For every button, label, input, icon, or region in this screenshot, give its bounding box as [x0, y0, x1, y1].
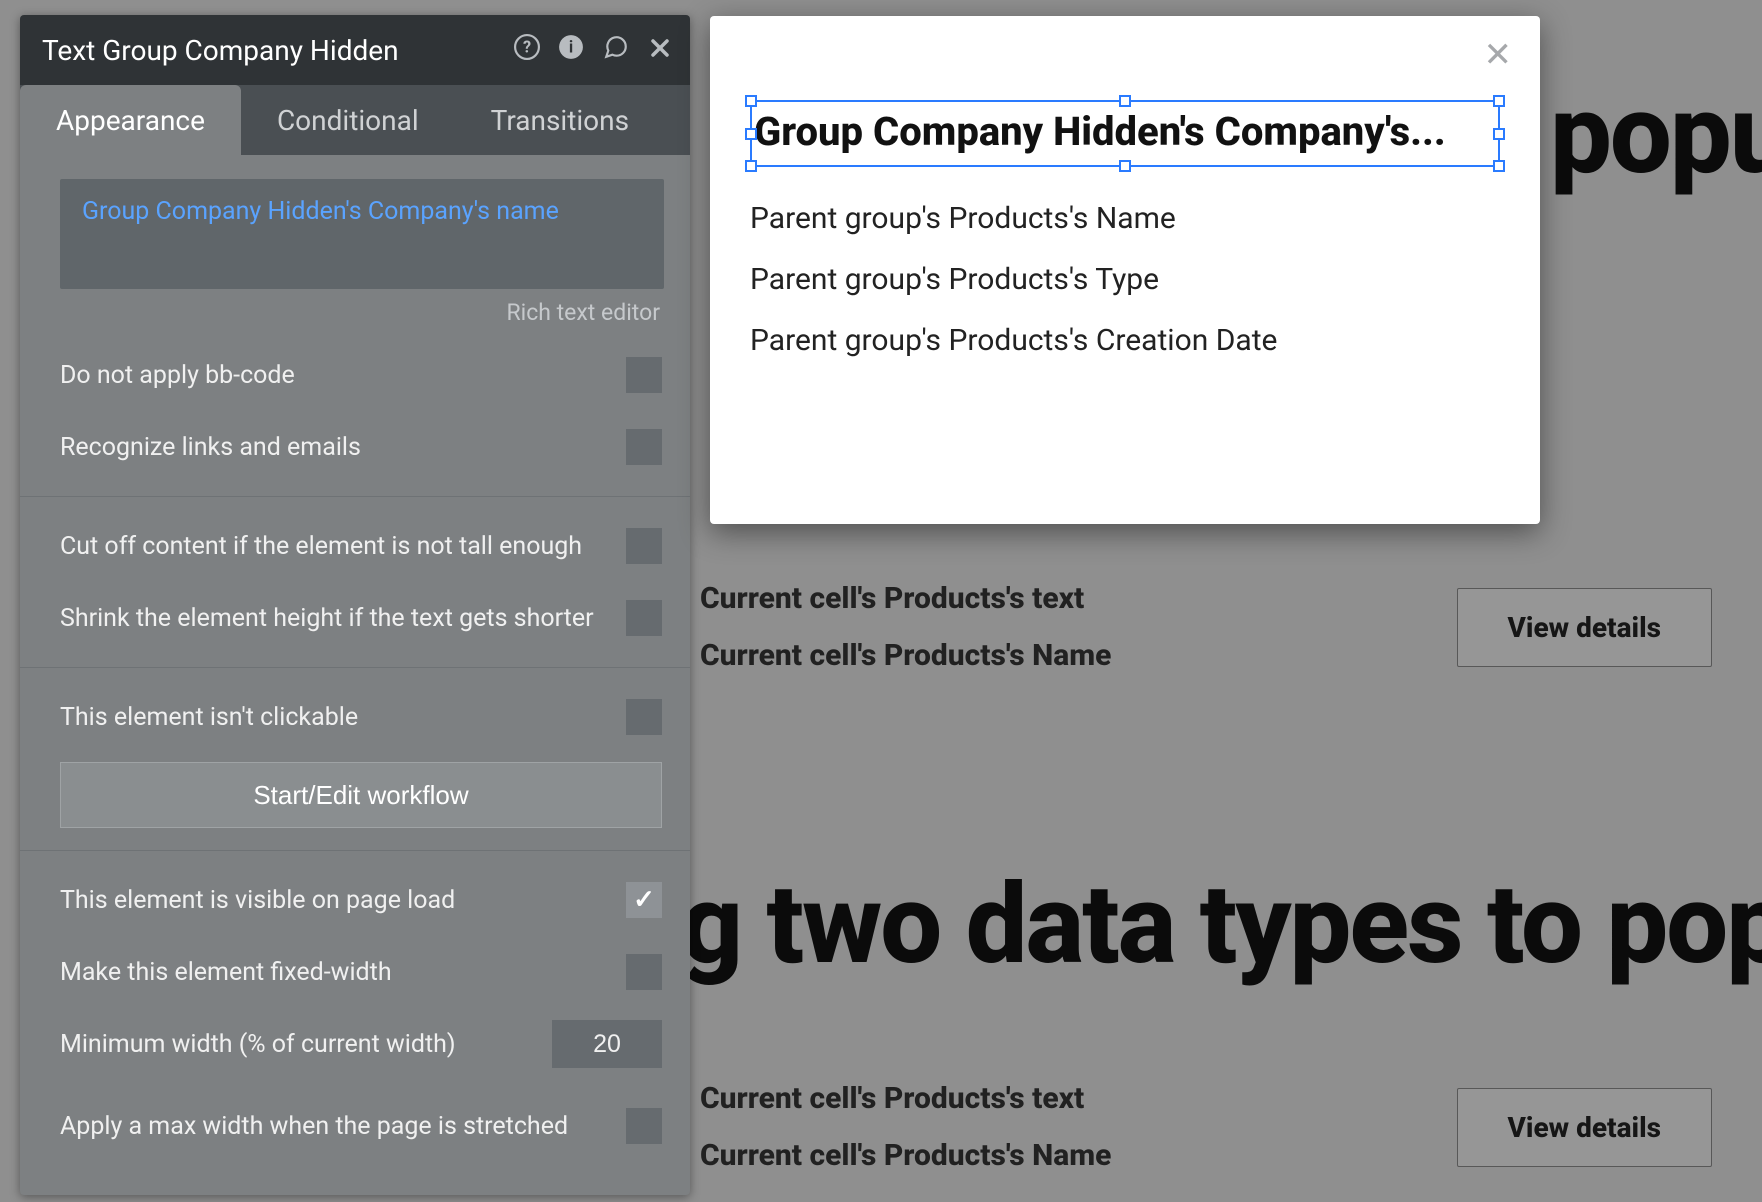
option-no-bbcode-label: Do not apply bb-code	[60, 361, 626, 390]
popup-field-name[interactable]: Parent group's Products's Name	[750, 201, 1500, 236]
resize-handle[interactable]	[1493, 128, 1505, 140]
popup-heading-text: Group Company Hidden's Company's...	[754, 108, 1496, 155]
property-inspector-panel: Text Group Company Hidden ? i Appearance…	[20, 15, 690, 1195]
popup-field-type[interactable]: Parent group's Products's Type	[750, 262, 1500, 297]
expression-editor[interactable]: Group Company Hidden's Company's name	[60, 179, 664, 289]
tab-conditional[interactable]: Conditional	[241, 85, 455, 155]
bg-heading-partial-2: g two data types to pop	[680, 860, 1762, 989]
info-icon[interactable]: i	[558, 34, 584, 67]
option-not-clickable-checkbox[interactable]	[626, 699, 662, 735]
resize-handle[interactable]	[745, 128, 757, 140]
selected-element-bounding-box[interactable]: Group Company Hidden's Company's...	[750, 100, 1500, 167]
preview-popup: ✕ Group Company Hidden's Company's... Pa…	[710, 16, 1540, 524]
cell-products-name: Current cell's Products's Name	[700, 1127, 1111, 1184]
resize-handle[interactable]	[1493, 95, 1505, 107]
option-shrink-checkbox[interactable]	[626, 600, 662, 636]
popup-field-creation-date[interactable]: Parent group's Products's Creation Date	[750, 323, 1500, 358]
start-edit-workflow-button[interactable]: Start/Edit workflow	[60, 762, 662, 828]
cell-products-text: Current cell's Products's text	[700, 570, 1111, 627]
resize-handle[interactable]	[1119, 95, 1131, 107]
option-visible-on-load-label: This element is visible on page load	[60, 886, 626, 915]
option-fixed-width-checkbox[interactable]	[626, 954, 662, 990]
close-icon[interactable]: ✕	[1484, 38, 1513, 72]
option-not-clickable-label: This element isn't clickable	[60, 703, 626, 732]
option-recognize-links-checkbox[interactable]	[626, 429, 662, 465]
cell-products-name: Current cell's Products's Name	[700, 627, 1111, 684]
svg-text:?: ?	[523, 37, 531, 56]
inspector-title: Text Group Company Hidden	[42, 34, 500, 67]
view-details-button[interactable]: View details	[1457, 1088, 1712, 1167]
canvas-row: Current cell's Products's text Current c…	[700, 1070, 1712, 1184]
option-max-width-checkbox[interactable]	[626, 1108, 662, 1144]
option-max-width-label: Apply a max width when the page is stret…	[60, 1112, 626, 1141]
option-no-bbcode-checkbox[interactable]	[626, 357, 662, 393]
resize-handle[interactable]	[745, 95, 757, 107]
expression-text: Group Company Hidden's Company's name	[82, 197, 559, 226]
option-fixed-width-label: Make this element fixed-width	[60, 958, 626, 987]
comment-icon[interactable]	[602, 34, 630, 67]
canvas-row: Current cell's Products's text Current c…	[700, 570, 1712, 684]
option-visible-on-load-checkbox[interactable]	[626, 882, 662, 918]
min-width-input[interactable]	[552, 1020, 662, 1068]
resize-handle[interactable]	[1493, 160, 1505, 172]
tab-appearance[interactable]: Appearance	[20, 85, 241, 155]
view-details-button[interactable]: View details	[1457, 588, 1712, 667]
option-min-width-label: Minimum width (% of current width)	[60, 1030, 552, 1059]
inspector-header[interactable]: Text Group Company Hidden ? i	[20, 15, 690, 85]
help-icon[interactable]: ?	[514, 34, 540, 67]
resize-handle[interactable]	[745, 160, 757, 172]
svg-text:i: i	[569, 37, 573, 56]
close-icon[interactable]	[648, 34, 672, 67]
option-cut-off-label: Cut off content if the element is not ta…	[60, 532, 626, 561]
inspector-tabs: Appearance Conditional Transitions	[20, 85, 690, 155]
option-recognize-links-label: Recognize links and emails	[60, 433, 626, 462]
tab-transitions[interactable]: Transitions	[455, 85, 665, 155]
option-shrink-label: Shrink the element height if the text ge…	[60, 604, 626, 633]
bg-heading-partial-1: popu	[1550, 70, 1762, 199]
rich-text-editor-link[interactable]: Rich text editor	[20, 299, 660, 326]
cell-products-text: Current cell's Products's text	[700, 1070, 1111, 1127]
resize-handle[interactable]	[1119, 160, 1131, 172]
option-cut-off-checkbox[interactable]	[626, 528, 662, 564]
